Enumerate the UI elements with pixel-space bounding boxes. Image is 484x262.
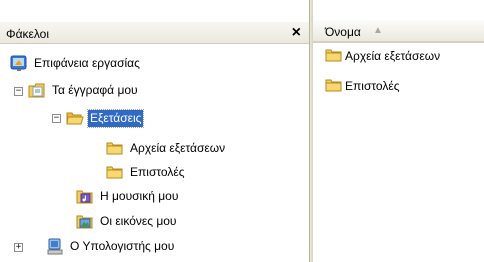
tree-item-label: Επιφάνεια εργασίας [34,55,140,70]
folder-icon [325,49,342,62]
column-header-name[interactable]: Όνομα ▲ [313,20,484,43]
tree-item-label: Επιστολές [130,164,185,179]
tree-item-letters[interactable]: Επιστολές [106,162,187,182]
my-music-icon [76,190,93,203]
tree-item-label: Τα έγγραφά μου [52,82,138,97]
tree-item-my-music[interactable]: Η μουσική μου [76,186,180,206]
collapse-toggle[interactable]: − [52,114,61,123]
tree-item-label: Αρχεία εξετάσεων [130,140,226,155]
tree-item-desktop[interactable]: Επιφάνεια εργασίας [10,53,142,73]
list-item-label: Αρχεία εξετάσεων [345,48,441,63]
sort-ascending-icon: ▲ [373,25,383,36]
my-computer-icon [47,238,63,254]
close-icon[interactable]: × [292,23,301,43]
folder-icon [106,166,123,178]
tree-item-exam-files[interactable]: Αρχεία εξετάσεων [106,138,227,158]
tree-item-my-documents[interactable]: Τα έγγραφά μου [28,80,140,100]
list-item-label: Επιστολές [345,78,400,93]
folder-icon [325,79,342,92]
collapse-toggle[interactable]: − [14,87,23,96]
my-documents-icon [28,83,45,97]
tree-item-label: Εξετάσεις [86,108,145,128]
folders-pane: Φάκελοι × Επιφάνεια εργασίας − Τα έγγραφ… [0,0,309,262]
tree-item-label: Οι εικόνες μου [100,213,177,228]
folders-pane-header: Φάκελοι × [0,22,309,44]
tree-item-label: Ο Υπολογιστής μου [70,238,175,253]
tree-item-exams[interactable]: Εξετάσεις [66,108,145,128]
open-folder-icon [66,112,84,124]
list-item[interactable]: Επιστολές [325,77,400,94]
tree-item-my-pictures[interactable]: Οι εικόνες μου [76,211,179,231]
tree-item-my-computer[interactable]: Ο Υπολογιστής μου [46,236,176,256]
file-list-pane: Όνομα ▲ Αρχεία εξετάσεων Επιστολές [313,0,484,262]
my-pictures-icon [76,215,93,228]
column-header-label: Όνομα [325,25,361,39]
tree-item-label: Η μουσική μου [100,188,179,203]
expand-toggle[interactable]: + [14,243,23,252]
list-item[interactable]: Αρχεία εξετάσεων [325,47,440,64]
folder-icon [106,142,123,154]
desktop-icon [10,55,27,71]
folders-pane-title: Φάκελοι [6,27,50,41]
